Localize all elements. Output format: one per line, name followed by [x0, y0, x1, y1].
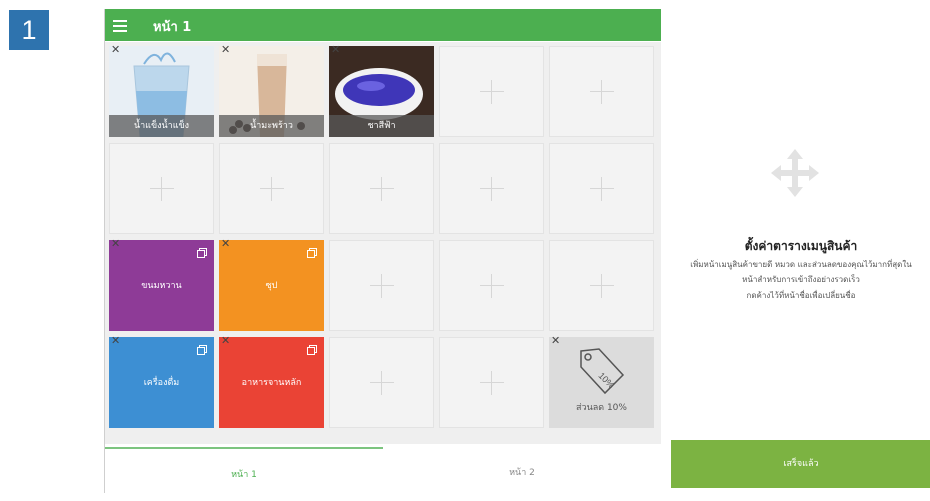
empty-slot[interactable] — [549, 240, 654, 331]
add-icon — [369, 273, 394, 298]
setup-panel: ตั้งค่าตารางเมนูสินค้า เพิ่มหน้าเมนูสินค… — [671, 9, 930, 493]
discount-tile[interactable]: ✕ 10% ส่วนลด 10% — [549, 335, 654, 428]
menu-grid: น้ำแข็งน้ำแข็ง ✕ น้ำมะพร้าว ✕ ชาสีฟ้า ✕ — [105, 42, 661, 444]
menu-item-tile[interactable]: ชาสีฟ้า ✕ — [329, 44, 434, 137]
remove-icon[interactable]: ✕ — [111, 44, 120, 56]
category-icon — [197, 345, 207, 355]
remove-icon[interactable]: ✕ — [111, 335, 120, 347]
panel-title: ตั้งค่าตารางเมนูสินค้า — [744, 239, 858, 253]
add-icon — [479, 273, 504, 298]
top-bar: หน้า 1 — [105, 9, 661, 41]
menu-item-label: ชาสีฟ้า — [329, 115, 434, 137]
category-tile[interactable]: ✕ ซุป — [219, 238, 324, 331]
remove-icon[interactable]: ✕ — [221, 44, 230, 56]
empty-slot[interactable] — [219, 143, 324, 234]
discount-tag-icon: 10% — [580, 348, 625, 395]
add-icon — [589, 176, 614, 201]
menu-item-tile[interactable]: น้ำมะพร้าว ✕ — [219, 44, 324, 137]
remove-icon[interactable]: ✕ — [221, 335, 230, 347]
add-icon — [479, 176, 504, 201]
remove-icon[interactable]: ✕ — [551, 335, 560, 347]
add-icon — [369, 176, 394, 201]
empty-slot[interactable] — [329, 240, 434, 331]
hamburger-menu-icon[interactable] — [113, 17, 127, 33]
add-icon — [259, 176, 284, 201]
add-icon — [369, 370, 394, 395]
remove-icon[interactable]: ✕ — [111, 238, 120, 250]
remove-icon[interactable]: ✕ — [331, 44, 340, 56]
add-icon — [589, 79, 614, 104]
category-icon — [197, 248, 207, 258]
empty-slot[interactable] — [109, 143, 214, 234]
tab-page-1[interactable]: หน้า 1 — [105, 447, 383, 493]
empty-slot[interactable] — [549, 143, 654, 234]
move-arrows-icon — [771, 149, 819, 197]
add-icon — [149, 176, 174, 201]
done-button[interactable]: เสร็จแล้ว — [671, 440, 930, 488]
category-icon — [307, 345, 317, 355]
category-icon — [307, 248, 317, 258]
empty-slot[interactable] — [439, 143, 544, 234]
category-tile[interactable]: ✕ อาหารจานหลัก — [219, 335, 324, 428]
page-title: หน้า 1 — [153, 20, 192, 35]
menu-item-tile[interactable]: น้ำแข็งน้ำแข็ง ✕ — [109, 44, 214, 137]
empty-slot[interactable] — [439, 46, 544, 137]
page-tabs: หน้า 1 หน้า 2 — [105, 447, 661, 493]
category-label: เครื่องดื่ม — [143, 378, 180, 388]
menu-editor: หน้า 1 น้ำแข็งน้ำแข็ง ✕ น้ำมะพร้าว ✕ ชาส… — [104, 9, 930, 493]
category-label: ขนมหวาน — [141, 281, 182, 291]
remove-icon[interactable]: ✕ — [221, 238, 230, 250]
add-icon — [479, 370, 504, 395]
empty-slot[interactable] — [439, 337, 544, 428]
category-label: อาหารจานหลัก — [241, 378, 302, 388]
add-icon — [589, 273, 614, 298]
empty-slot[interactable] — [329, 337, 434, 428]
tab-page-2[interactable]: หน้า 2 — [383, 447, 661, 493]
empty-slot[interactable] — [439, 240, 544, 331]
panel-hint: กดค้างไว้ที่หน้าชื่อเพื่อเปลี่ยนชื่อ — [746, 291, 856, 300]
menu-item-label: น้ำแข็งน้ำแข็ง — [109, 115, 214, 137]
empty-slot[interactable] — [549, 46, 654, 137]
empty-slot[interactable] — [329, 143, 434, 234]
discount-label: ส่วนลด 10% — [576, 403, 627, 413]
category-tile[interactable]: ✕ เครื่องดื่ม — [109, 335, 214, 428]
panel-description: เพิ่มหน้าเมนูสินค้าขายดี หมวด และส่วนลดข… — [690, 260, 912, 269]
category-tile[interactable]: ✕ ขนมหวาน — [109, 238, 214, 331]
menu-item-label: น้ำมะพร้าว — [219, 115, 324, 137]
step-number-badge: 1 — [9, 10, 49, 50]
category-label: ซุป — [265, 281, 278, 291]
add-icon — [479, 79, 504, 104]
panel-description: หน้าสำหรับการเข้าถึงอย่างรวดเร็ว — [742, 275, 860, 284]
